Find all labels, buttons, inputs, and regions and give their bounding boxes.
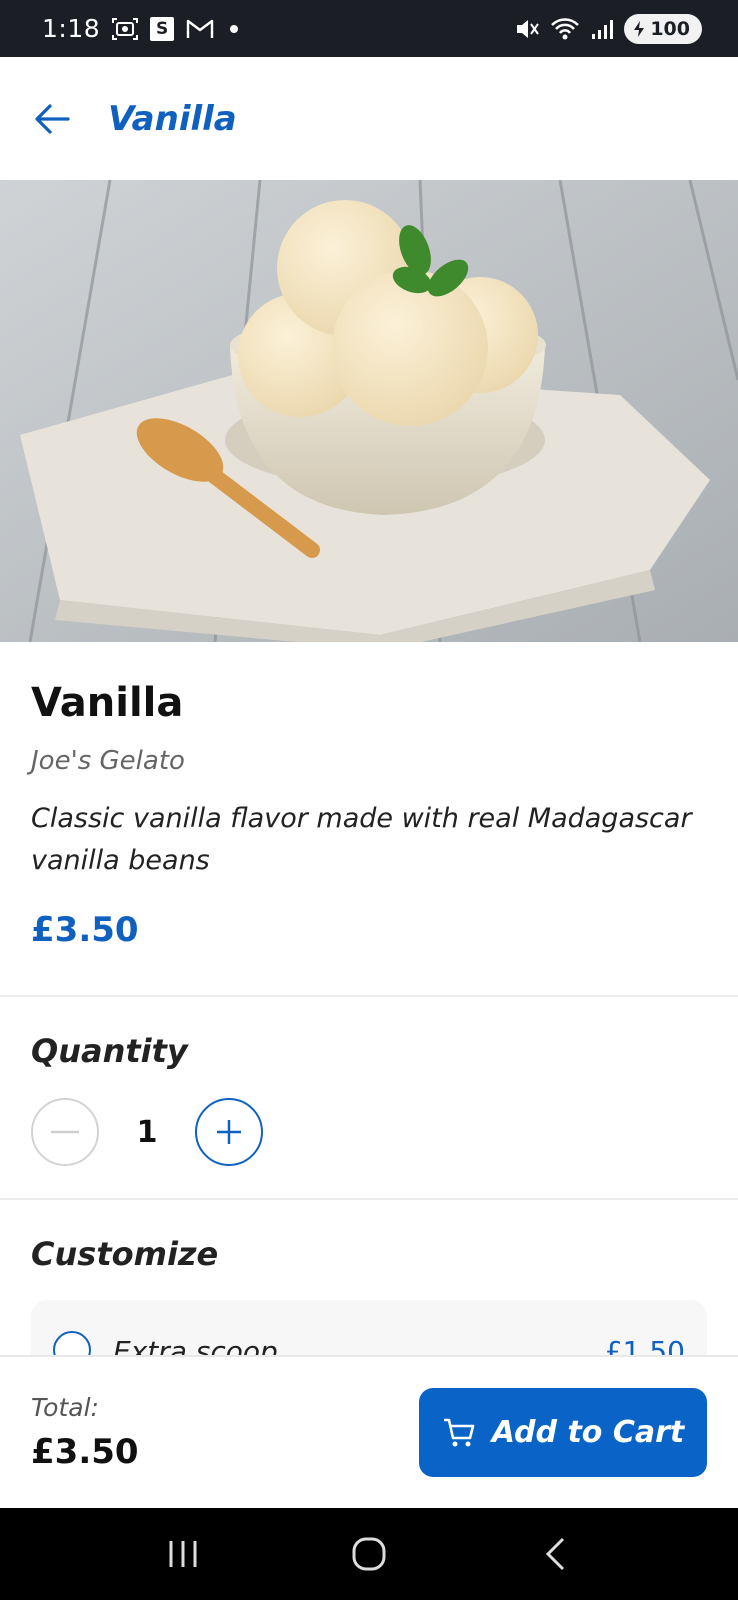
product-info: Vanilla Joe's Gelato Classic vanilla fla…: [31, 680, 711, 950]
product-name: Vanilla: [31, 680, 184, 726]
customize-title: Customize: [31, 1235, 219, 1273]
decrement-button[interactable]: [31, 1098, 99, 1166]
gmail-icon: [186, 18, 214, 40]
quantity-title: Quantity: [31, 1032, 188, 1070]
recent-apps-button[interactable]: [153, 1524, 213, 1584]
product-price: £3.50: [31, 910, 139, 950]
product-description: Classic vanilla flavor made with real Ma…: [31, 803, 692, 876]
product-image: [0, 180, 738, 642]
s-app-icon: S: [150, 16, 175, 41]
arrow-left-icon: [35, 103, 70, 134]
status-bar: 1:18 S 100: [0, 0, 738, 57]
total-label: Total:: [31, 1393, 99, 1422]
system-back-button[interactable]: [525, 1524, 585, 1584]
product-brand: Joe's Gelato: [31, 746, 185, 776]
divider: [0, 1198, 738, 1200]
home-icon: [352, 1537, 386, 1571]
signal-icon: [590, 17, 614, 41]
checkout-bar: Total: £3.50 Add to Cart: [0, 1355, 738, 1508]
battery-level: 100: [650, 17, 690, 40]
add-to-cart-button[interactable]: Add to Cart: [419, 1388, 707, 1477]
minus-icon: [51, 1130, 79, 1134]
total-value: £3.50: [31, 1432, 139, 1472]
screenshot-icon: [112, 17, 139, 41]
add-to-cart-label: Add to Cart: [491, 1415, 685, 1450]
back-button[interactable]: [30, 97, 74, 141]
wifi-icon: [550, 16, 580, 42]
quantity-value: 1: [136, 1114, 158, 1150]
status-time: 1:18: [42, 14, 101, 43]
increment-button[interactable]: [195, 1098, 263, 1166]
page-title: Vanilla: [108, 98, 237, 139]
notification-dot-icon: [230, 24, 239, 33]
system-nav-bar: [0, 1508, 738, 1600]
battery-icon: 100: [624, 13, 702, 44]
quantity-stepper: 1: [31, 1098, 263, 1166]
app-bar: Vanilla: [0, 57, 738, 180]
back-icon: [545, 1537, 565, 1571]
plus-icon: [217, 1120, 241, 1144]
cart-icon: [443, 1418, 475, 1446]
divider: [0, 995, 738, 997]
total-block: Total: £3.50: [31, 1393, 139, 1472]
home-button[interactable]: [339, 1524, 399, 1584]
mute-icon: [514, 16, 540, 42]
recent-apps-icon: [169, 1541, 197, 1567]
